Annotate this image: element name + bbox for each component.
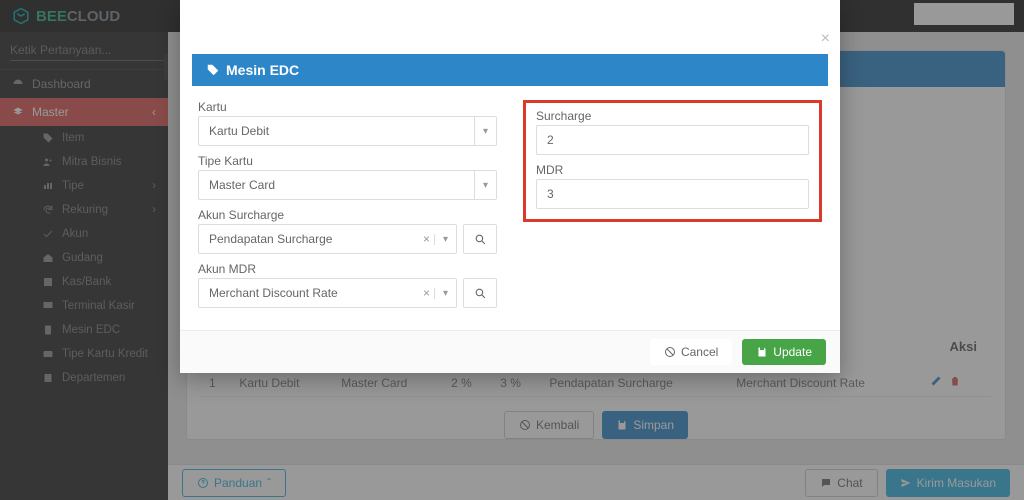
select-value: Pendapatan Surcharge: [209, 232, 332, 246]
field-label: MDR: [536, 163, 809, 177]
field-label: Surcharge: [536, 109, 809, 123]
akun-surcharge-select[interactable]: Pendapatan Surcharge × ▾: [198, 224, 457, 254]
button-label: Cancel: [681, 345, 718, 359]
field-label: Akun MDR: [198, 262, 497, 276]
modal-title: Mesin EDC: [226, 62, 299, 78]
button-label: Update: [773, 345, 812, 359]
field-tipe-kartu: Tipe Kartu Master Card ▾: [198, 154, 497, 200]
modal-left-column: Kartu Kartu Debit ▾ Tipe Kartu Master Ca…: [198, 100, 497, 316]
field-label: Kartu: [198, 100, 497, 114]
field-akun-surcharge: Akun Surcharge Pendapatan Surcharge × ▾: [198, 208, 497, 254]
tag-icon: [206, 63, 220, 77]
select-value: Merchant Discount Rate: [209, 286, 338, 300]
modal-close-button[interactable]: ×: [821, 30, 830, 48]
mdr-input[interactable]: [536, 179, 809, 209]
search-icon: [474, 287, 487, 300]
clear-icon[interactable]: ×: [423, 232, 430, 246]
update-button[interactable]: Update: [742, 339, 826, 365]
akun-mdr-select[interactable]: Merchant Discount Rate × ▾: [198, 278, 457, 308]
kartu-select[interactable]: Kartu Debit ▾: [198, 116, 497, 146]
cancel-button[interactable]: Cancel: [650, 339, 732, 365]
surcharge-input[interactable]: [536, 125, 809, 155]
akun-mdr-lookup[interactable]: [463, 278, 497, 308]
field-kartu: Kartu Kartu Debit ▾: [198, 100, 497, 146]
caret-icon: ▾: [434, 288, 456, 299]
field-label: Akun Surcharge: [198, 208, 497, 222]
caret-icon: ▾: [434, 234, 456, 245]
field-label: Tipe Kartu: [198, 154, 497, 168]
modal-mesin-edc: × Mesin EDC Kartu Kartu Debit ▾ Tipe Kar…: [180, 0, 840, 373]
highlighted-box: Surcharge MDR: [523, 100, 822, 222]
modal-right-column: Surcharge MDR: [523, 100, 822, 316]
save-icon: [756, 346, 768, 358]
tipe-kartu-select[interactable]: Master Card ▾: [198, 170, 497, 200]
modal-footer: Cancel Update: [180, 330, 840, 373]
search-icon: [474, 233, 487, 246]
field-mdr: MDR: [536, 163, 809, 209]
select-value: Kartu Debit: [209, 124, 269, 138]
ban-icon: [664, 346, 676, 358]
select-value: Master Card: [209, 178, 275, 192]
caret-icon: ▾: [474, 171, 496, 199]
field-akun-mdr: Akun MDR Merchant Discount Rate × ▾: [198, 262, 497, 308]
caret-icon: ▾: [474, 117, 496, 145]
modal-body: Kartu Kartu Debit ▾ Tipe Kartu Master Ca…: [180, 86, 840, 330]
akun-surcharge-lookup[interactable]: [463, 224, 497, 254]
clear-icon[interactable]: ×: [423, 286, 430, 300]
modal-header: Mesin EDC: [192, 54, 828, 86]
field-surcharge: Surcharge: [536, 109, 809, 155]
